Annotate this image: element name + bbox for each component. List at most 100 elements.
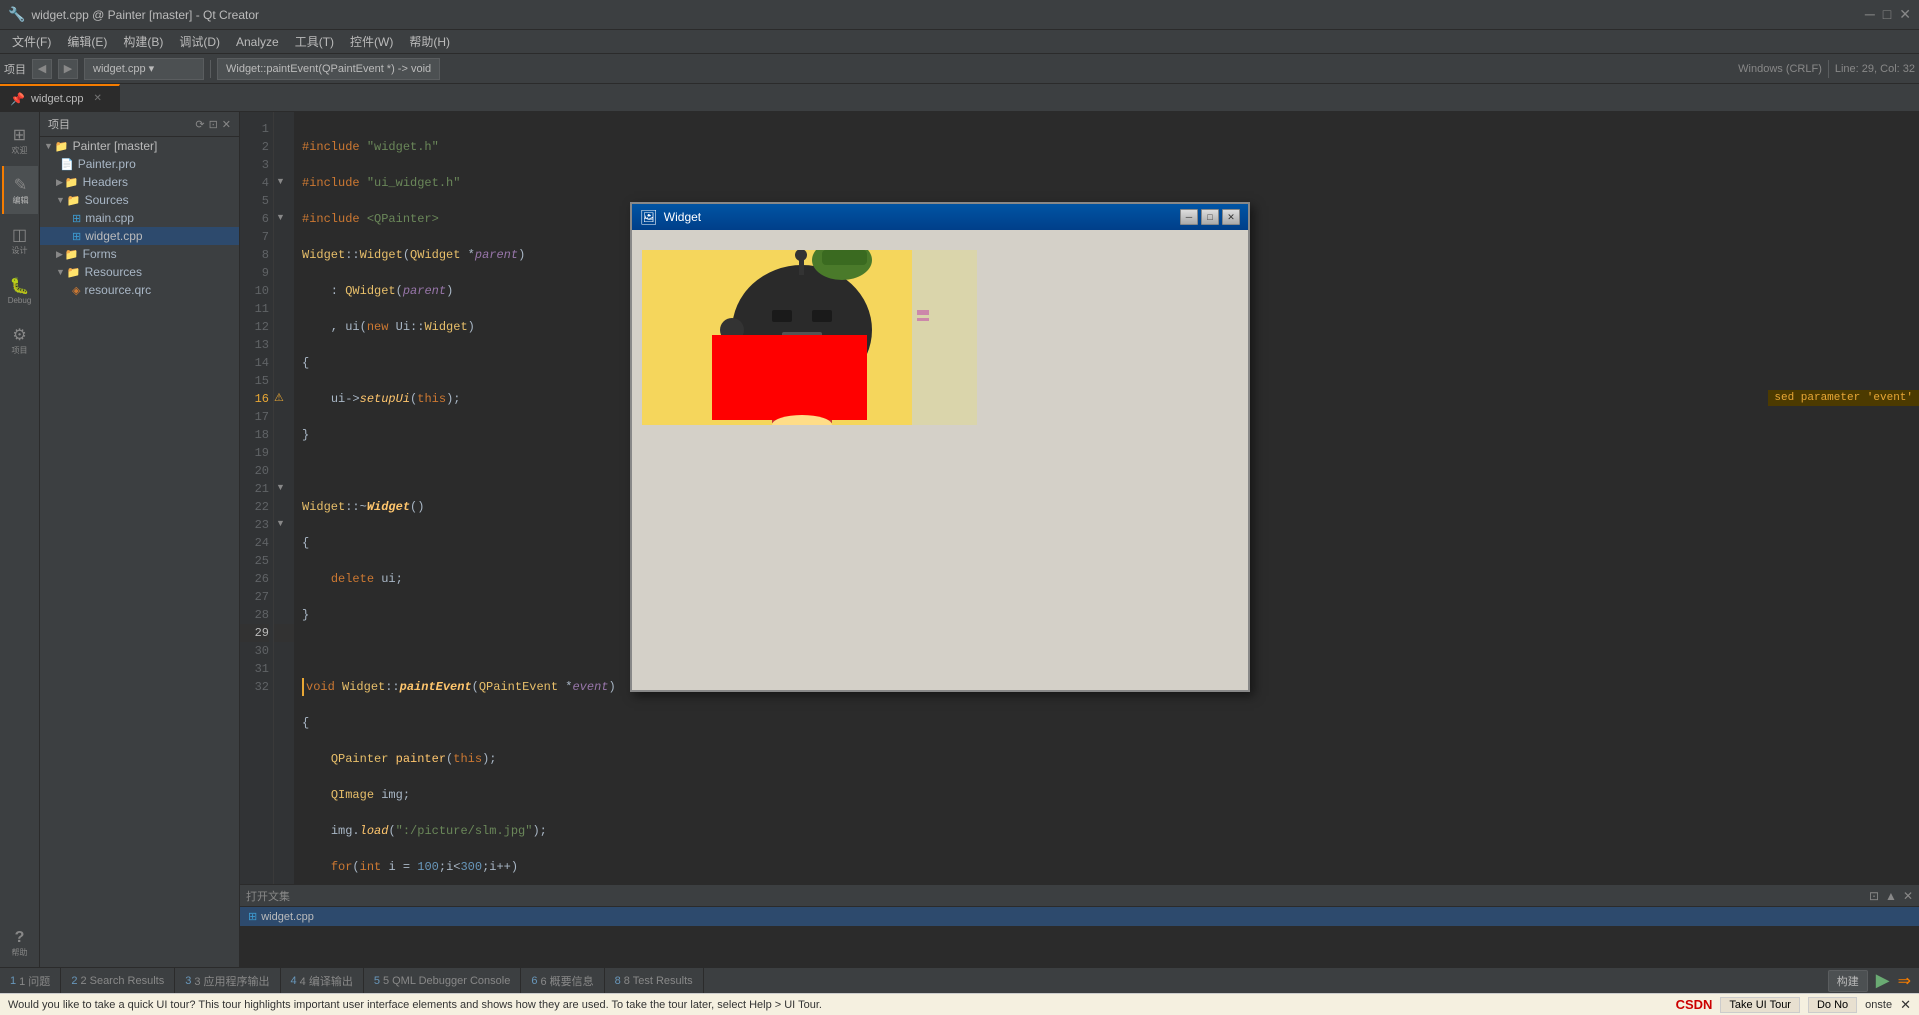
- title-bar: 🔧 widget.cpp @ Painter [master] - Qt Cre…: [0, 0, 1919, 30]
- preview-window-title: Widget: [664, 210, 1174, 224]
- sidebar-debug[interactable]: 🐛 Debug: [2, 266, 38, 314]
- tree-sync-icon[interactable]: ⟳: [195, 118, 204, 131]
- toolbar: 项目 ◀ ▶ widget.cpp ▾ Widget::paintEvent(Q…: [0, 54, 1919, 84]
- tree-item-resource-qrc[interactable]: ◈ resource.qrc: [40, 281, 239, 299]
- tooltip-text: Would you like to take a quick UI tour? …: [8, 999, 822, 1011]
- file-tree-header: 项目 ⟳ ⊡ ✕: [40, 112, 239, 137]
- menu-build[interactable]: 构建(B): [115, 31, 171, 52]
- bottom-tab-general[interactable]: 6 6 概要信息: [521, 968, 604, 993]
- menu-debug[interactable]: 调试(D): [171, 31, 228, 52]
- middle-section: ⊞ 欢迎 ✎ 编辑 ◫ 设计 🐛 Debug ⚙ 项目 ? 帮助: [0, 112, 1919, 967]
- preview-app-icon: 🖼: [640, 209, 658, 226]
- sidebar-icons: ⊞ 欢迎 ✎ 编辑 ◫ 设计 🐛 Debug ⚙ 项目 ? 帮助: [0, 112, 40, 967]
- help-icon: ?: [15, 929, 25, 947]
- tree-header-icons: ⟳ ⊡ ✕: [195, 118, 231, 131]
- edit-label: 编辑: [13, 195, 29, 206]
- open-files-list: ⊞ widget.cpp: [240, 907, 1919, 967]
- open-file-cpp-icon: ⊞: [248, 910, 257, 923]
- tree-item-sources[interactable]: ▼ 📁 Sources: [40, 191, 239, 209]
- tree-item-resources[interactable]: ▼ 📁 Resources: [40, 263, 239, 281]
- menu-tools[interactable]: 工具(T): [287, 31, 342, 52]
- nav-forward-button[interactable]: ▶: [58, 59, 78, 79]
- open-files-header: 打开文集 ⊡ ▲ ✕: [240, 885, 1919, 907]
- main-cpp-icon: ⊞: [72, 212, 81, 225]
- build-action-button[interactable]: 构建: [1828, 970, 1868, 992]
- preview-minimize-button[interactable]: ─: [1180, 209, 1198, 225]
- code-line-21: for(int i = 100;i<300;i++): [302, 858, 1911, 876]
- open-files-layout-icon[interactable]: ⊡: [1869, 889, 1879, 903]
- tree-item-forms[interactable]: ▶ 📁 Forms: [40, 245, 239, 263]
- open-files-section: 打开文集 ⊡ ▲ ✕ ⊞ widget.cpp: [240, 884, 1919, 967]
- menu-edit[interactable]: 编辑(E): [59, 31, 115, 52]
- sep2: [1828, 60, 1829, 78]
- tree-item-painter-pro[interactable]: 📄 Painter.pro: [40, 155, 239, 173]
- preview-image: [642, 250, 977, 425]
- sidebar-design[interactable]: ◫ 设计: [2, 216, 38, 264]
- preview-close-button[interactable]: ✕: [1222, 209, 1240, 225]
- pro-file-icon: 📄: [60, 158, 74, 171]
- tab-label: widget.cpp: [31, 93, 84, 105]
- menu-controls[interactable]: 控件(W): [342, 31, 401, 52]
- code-line-18: QPainter painter(this);: [302, 750, 1911, 768]
- toolbar-sep: [210, 60, 211, 78]
- bottom-tab-qml[interactable]: 5 5 QML Debugger Console: [364, 968, 522, 993]
- bottom-tab-compile[interactable]: 4 4 编译输出: [281, 968, 364, 993]
- tab-close-icon[interactable]: ✕: [94, 93, 102, 104]
- file-selector[interactable]: widget.cpp ▾: [84, 58, 204, 80]
- debug-run-button[interactable]: ⇒: [1898, 971, 1911, 991]
- painter-folder-icon: 📁: [55, 140, 69, 153]
- menu-file[interactable]: 文件(F): [4, 31, 59, 52]
- tree-layout-icon[interactable]: ⊡: [209, 118, 218, 131]
- run-button[interactable]: ▶: [1876, 970, 1890, 991]
- robot-scene-svg: [642, 250, 977, 425]
- tree-item-widget-cpp[interactable]: ⊞ widget.cpp: [40, 227, 239, 245]
- open-files-close-icon[interactable]: ✕: [1903, 889, 1913, 903]
- bottom-tab-search[interactable]: 2 2 Search Results: [61, 968, 175, 993]
- code-line-20: img.load(":/picture/slm.jpg");: [302, 822, 1911, 840]
- minimize-button[interactable]: ─: [1865, 6, 1875, 23]
- tooltip-bar: Would you like to take a quick UI tour? …: [0, 993, 1919, 1015]
- tab-widget-cpp[interactable]: 📌 widget.cpp ✕: [0, 84, 120, 111]
- headers-folder-icon: 📁: [65, 176, 79, 189]
- menu-help[interactable]: 帮助(H): [401, 31, 458, 52]
- tree-close-icon[interactable]: ✕: [222, 118, 231, 131]
- project-icon-label: 项目: [12, 345, 28, 356]
- take-tour-button[interactable]: Take UI Tour: [1720, 997, 1800, 1013]
- open-file-widget-cpp[interactable]: ⊞ widget.cpp: [240, 907, 1919, 926]
- sidebar-project[interactable]: ⚙ 项目: [2, 316, 38, 364]
- bottom-tab-test[interactable]: 8 8 Test Results: [605, 968, 704, 993]
- tree-item-headers[interactable]: ▶ 📁 Headers: [40, 173, 239, 191]
- preview-restore-button[interactable]: □: [1201, 209, 1219, 225]
- resources-folder-icon: 📁: [67, 266, 81, 279]
- warning-gutter: ▼ ▼ ⚠ ▼: [274, 112, 294, 884]
- tree-item-main-cpp[interactable]: ⊞ main.cpp: [40, 209, 239, 227]
- preview-window[interactable]: 🖼 Widget ─ □ ✕: [630, 202, 1250, 692]
- bottom-right-label: onste: [1865, 999, 1892, 1011]
- sidebar-help[interactable]: ? 帮助: [2, 919, 38, 967]
- bottom-tab-app-output[interactable]: 3 3 应用程序输出: [175, 968, 280, 993]
- sidebar-welcome[interactable]: ⊞ 欢迎: [2, 116, 38, 164]
- bottom-tab-issues[interactable]: 1 1 问题: [0, 968, 61, 993]
- menu-analyze[interactable]: Analyze: [228, 33, 287, 51]
- code-editor[interactable]: 1 2 3 4 5 6 7 8 9 10 11 12 13 14 15 16 1: [240, 112, 1919, 884]
- code-line-1: #include "widget.h": [302, 138, 1911, 156]
- code-line-17: {: [302, 714, 1911, 732]
- no-tour-button[interactable]: Do No: [1808, 997, 1857, 1013]
- welcome-icon: ⊞: [13, 125, 26, 145]
- tab-bar: 📌 widget.cpp ✕: [0, 84, 1919, 112]
- bottom-tabs: 1 1 问题 2 2 Search Results 3 3 应用程序输出 4 4…: [0, 967, 1919, 993]
- debug-icon: 🐛: [10, 276, 30, 296]
- app-icon: 🔧: [8, 6, 25, 23]
- bottom-close-icon[interactable]: ✕: [1900, 997, 1911, 1013]
- design-icon: ◫: [12, 225, 27, 245]
- nav-back-button[interactable]: ◀: [32, 59, 52, 79]
- sidebar-edit[interactable]: ✎ 编辑: [2, 166, 38, 214]
- preview-titlebar: 🖼 Widget ─ □ ✕: [632, 204, 1248, 230]
- sources-folder-icon: 📁: [67, 194, 81, 207]
- tree-item-painter-master[interactable]: ▼ 📁 Painter [master]: [40, 137, 239, 155]
- open-files-arrow-icon[interactable]: ▲: [1885, 889, 1897, 903]
- close-button[interactable]: ✕: [1899, 6, 1911, 23]
- help-label: 帮助: [12, 947, 28, 958]
- function-selector[interactable]: Widget::paintEvent(QPaintEvent *) -> voi…: [217, 58, 440, 80]
- maximize-button[interactable]: □: [1883, 6, 1891, 23]
